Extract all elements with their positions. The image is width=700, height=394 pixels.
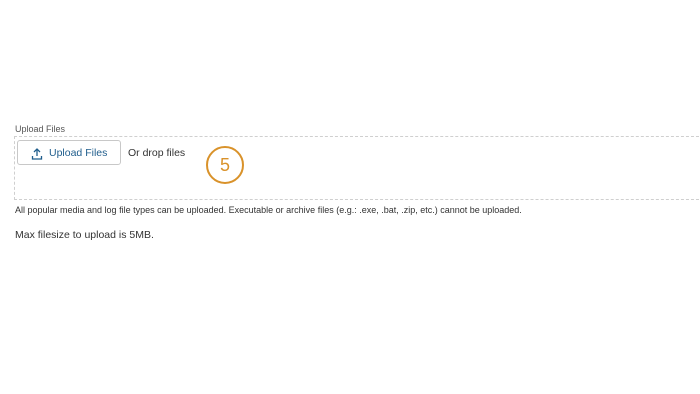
page: Upload Files Upload Files Or drop files …: [0, 0, 700, 394]
upload-files-button[interactable]: Upload Files: [17, 140, 121, 165]
step-number-badge: 5: [206, 146, 244, 184]
allowed-file-types-text: All popular media and log file types can…: [15, 205, 522, 215]
drop-files-text: Or drop files: [128, 147, 186, 159]
max-filesize-text: Max filesize to upload is 5MB.: [15, 229, 154, 241]
upload-button-label: Upload Files: [49, 146, 108, 159]
upload-section-label: Upload Files: [15, 124, 66, 134]
upload-icon: [31, 147, 43, 160]
